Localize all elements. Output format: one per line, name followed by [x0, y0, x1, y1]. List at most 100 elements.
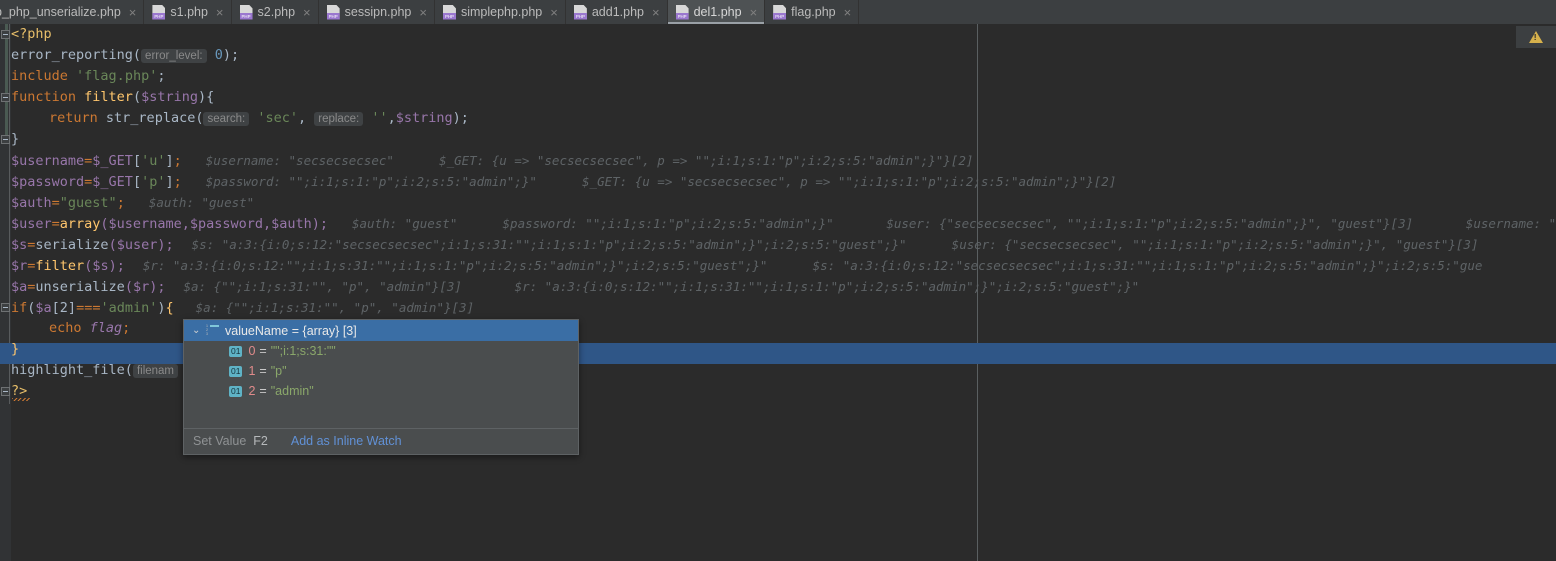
tab-flag[interactable]: flag.php ×: [765, 0, 860, 24]
fold-marker-function-end[interactable]: [1, 135, 10, 144]
index-2: [2]: [51, 300, 77, 316]
close-icon[interactable]: ×: [129, 6, 137, 19]
code-editor[interactable]: <?php error_reporting(error_level: 0); i…: [0, 24, 1556, 561]
close-icon[interactable]: ×: [419, 6, 427, 19]
bracket-open: [: [132, 174, 142, 190]
entry-key: 1: [248, 364, 256, 378]
line5-end: );: [452, 110, 469, 126]
close-icon[interactable]: ×: [216, 6, 224, 19]
return-keyword: return: [49, 110, 98, 126]
code-line-1: <?php: [11, 24, 52, 45]
popup-entry-2[interactable]: 01 2 = "admin": [184, 381, 578, 401]
line4-end: ){: [198, 89, 215, 105]
close-icon[interactable]: ×: [550, 6, 558, 19]
numeric-key-badge: 01: [229, 345, 243, 357]
code-line-16: }: [11, 339, 19, 360]
semicolon: ;: [116, 195, 125, 211]
tab-s2[interactable]: s2.php ×: [232, 0, 319, 24]
tab-label: flag.php: [791, 5, 836, 19]
function-close-brace: }: [11, 131, 20, 147]
code-line-3: include 'flag.php';: [11, 66, 165, 87]
popup-eq: =: [291, 323, 300, 338]
entry-eq: =: [259, 384, 267, 398]
tab-add1[interactable]: add1.php ×: [566, 0, 668, 24]
code-line-13: $a=unserialize($r); $a: {"";i:1;s:31:"", …: [11, 276, 1139, 297]
error-level-value: 0: [214, 47, 223, 63]
close-icon[interactable]: ×: [750, 6, 758, 19]
bracket-close: ]: [165, 153, 174, 169]
paren-open: (: [132, 89, 142, 105]
highlight-file-call: highlight_file: [11, 362, 125, 378]
php-file-icon: [573, 4, 587, 20]
popup-entry-0[interactable]: 01 0 = "";i:1;s:31:"": [184, 341, 578, 361]
inline-debug-hint-line13: $a: {"";i:1;s:31:"", "p", "admin"}[3] $r…: [183, 279, 1140, 294]
tab-sessipn[interactable]: sessipn.php ×: [319, 0, 435, 24]
if-close-brace: }: [11, 341, 20, 357]
array-call: array: [59, 216, 101, 232]
php-file-icon: [239, 4, 253, 20]
php-file-icon: [773, 4, 787, 20]
fold-marker-php-open[interactable]: [1, 30, 10, 39]
tab-del1[interactable]: del1.php ×: [667, 0, 766, 24]
var-a: $a: [35, 300, 52, 316]
inline-debug-hint-line12: $r: "a:3:{i:0;s:12:"";i:1;s:31:"";i:1;s:…: [142, 258, 1483, 273]
tab-simplephp[interactable]: simplephp.php ×: [435, 0, 566, 24]
param-hint-search: search:: [203, 112, 250, 126]
echo-keyword: echo: [49, 320, 82, 336]
code-content[interactable]: <?php error_reporting(error_level: 0); i…: [0, 24, 1556, 561]
flag-constant: flag: [89, 320, 123, 336]
popup-header-row[interactable]: ⌄ 123 valueName = {array} [3]: [184, 320, 578, 341]
entry-key: 0: [248, 344, 256, 358]
popup-value-name: valueName: [225, 323, 289, 338]
paren-open: (: [124, 362, 133, 378]
fold-marker-function[interactable]: [1, 93, 10, 102]
inspection-warning-badge[interactable]: [1516, 26, 1556, 48]
semicolon: ;: [122, 320, 131, 336]
fold-marker-if[interactable]: [1, 303, 10, 312]
php-open-tag: <?php: [11, 26, 52, 42]
close-icon[interactable]: ×: [303, 6, 311, 19]
tab-label: s2.php: [257, 5, 296, 19]
var-r: $r: [11, 258, 28, 274]
close-icon[interactable]: ×: [652, 6, 660, 19]
var-s: $s: [11, 237, 28, 253]
chevron-down-icon[interactable]: ⌄: [192, 325, 203, 336]
fold-marker-php-close[interactable]: [1, 387, 10, 396]
set-value-shortcut: F2: [253, 433, 268, 448]
filter-args: ($s);: [84, 258, 125, 274]
numeric-key-badge: 01: [229, 385, 243, 397]
str-replace-call: str_replace: [105, 110, 196, 126]
tab-b-php-unserialize[interactable]: b_php_unserialize.php ×: [0, 0, 145, 24]
php-file-icon: [675, 4, 689, 20]
popup-entry-1[interactable]: 01 1 = "p": [184, 361, 578, 381]
php-close-tag: ?>: [11, 383, 28, 399]
function-name-filter: filter: [84, 89, 133, 105]
editor-tab-bar[interactable]: b_php_unserialize.php × s1.php × s2.php …: [0, 0, 1556, 24]
numeric-key-badge: 01: [229, 365, 243, 377]
set-value-label[interactable]: Set Value: [193, 434, 246, 448]
code-line-9: $auth="guest"; $auth: "guest": [11, 192, 254, 213]
inline-debug-hint-line8: $password: "";i:1;s:1:"p";i:2;s:5:"admin…: [205, 174, 1117, 189]
tab-label: simplephp.php: [460, 5, 543, 19]
identity-op: ===: [76, 300, 101, 316]
add-inline-watch-link[interactable]: Add as Inline Watch: [291, 434, 402, 448]
tab-label: del1.php: [693, 5, 742, 19]
tab-s1[interactable]: s1.php ×: [144, 0, 232, 24]
code-line-5: return str_replace(search: 'sec', replac…: [11, 108, 469, 129]
comma: ,: [297, 110, 307, 126]
param-hint-filename: filenam: [132, 364, 179, 378]
code-line-6: }: [11, 129, 19, 150]
bracket-open: [: [132, 153, 142, 169]
code-line-7: $username=$_GET['u']; $username: "secsecs…: [11, 150, 973, 171]
inline-debug-hint-line9: $auth: "guest": [148, 195, 255, 210]
popup-footer[interactable]: Set Value F2 Add as Inline Watch: [184, 427, 578, 454]
function-scope-marker: [5, 24, 8, 142]
warning-triangle-icon: [1529, 31, 1543, 43]
debug-value-popup[interactable]: ⌄ 123 valueName = {array} [3] 01 0 = "";…: [183, 319, 579, 455]
include-keyword: include: [11, 68, 68, 84]
line2-end: );: [222, 47, 240, 63]
close-icon[interactable]: ×: [844, 6, 852, 19]
param-string: $string: [141, 89, 198, 105]
code-line-15: echo flag;: [11, 318, 130, 339]
filter-call: filter: [35, 258, 85, 274]
